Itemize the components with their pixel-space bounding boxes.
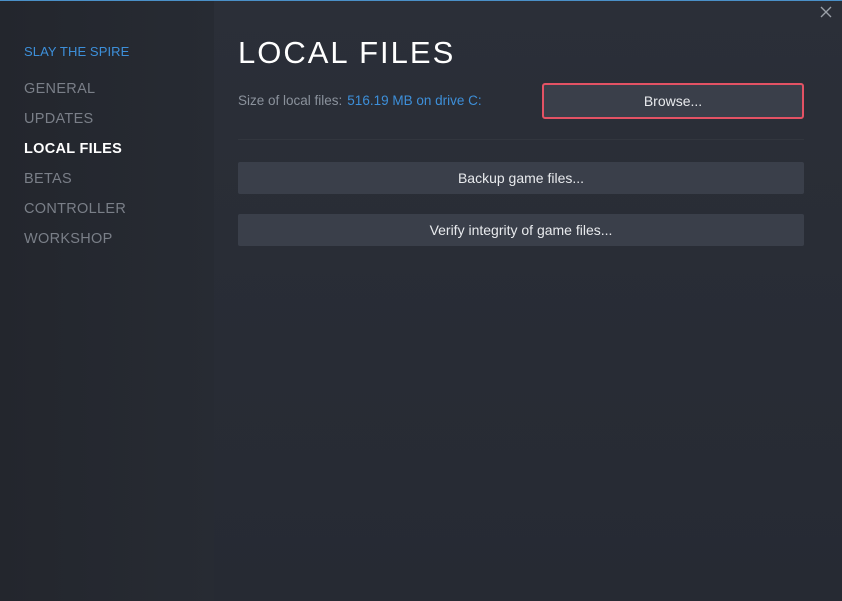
- size-label: Size of local files:: [238, 93, 343, 108]
- sidebar-item-general[interactable]: GENERAL: [24, 81, 95, 97]
- game-title: SLAY THE SPIRE: [24, 44, 130, 59]
- verify-integrity-button[interactable]: Verify integrity of game files...: [238, 214, 804, 246]
- page-title: LOCAL FILES: [238, 35, 456, 70]
- properties-window: SLAY THE SPIRE GENERAL UPDATES LOCAL FIL…: [0, 0, 842, 601]
- sidebar-item-betas[interactable]: BETAS: [24, 171, 72, 187]
- local-files-size-row: Size of local files: 516.19 MB on drive C…: [238, 93, 482, 108]
- sidebar-item-local-files[interactable]: LOCAL FILES: [24, 141, 122, 157]
- close-icon[interactable]: [818, 4, 834, 20]
- main-panel: LOCAL FILES Size of local files: 516.19 M…: [214, 1, 842, 601]
- sidebar-item-workshop[interactable]: WORKSHOP: [24, 231, 113, 247]
- sidebar: SLAY THE SPIRE GENERAL UPDATES LOCAL FIL…: [0, 1, 214, 601]
- size-value-link[interactable]: 516.19 MB on drive C:: [347, 93, 481, 108]
- browse-button[interactable]: Browse...: [542, 83, 804, 119]
- sidebar-item-updates[interactable]: UPDATES: [24, 111, 94, 127]
- sidebar-item-controller[interactable]: CONTROLLER: [24, 201, 126, 217]
- divider: [238, 139, 804, 140]
- backup-game-files-button[interactable]: Backup game files...: [238, 162, 804, 194]
